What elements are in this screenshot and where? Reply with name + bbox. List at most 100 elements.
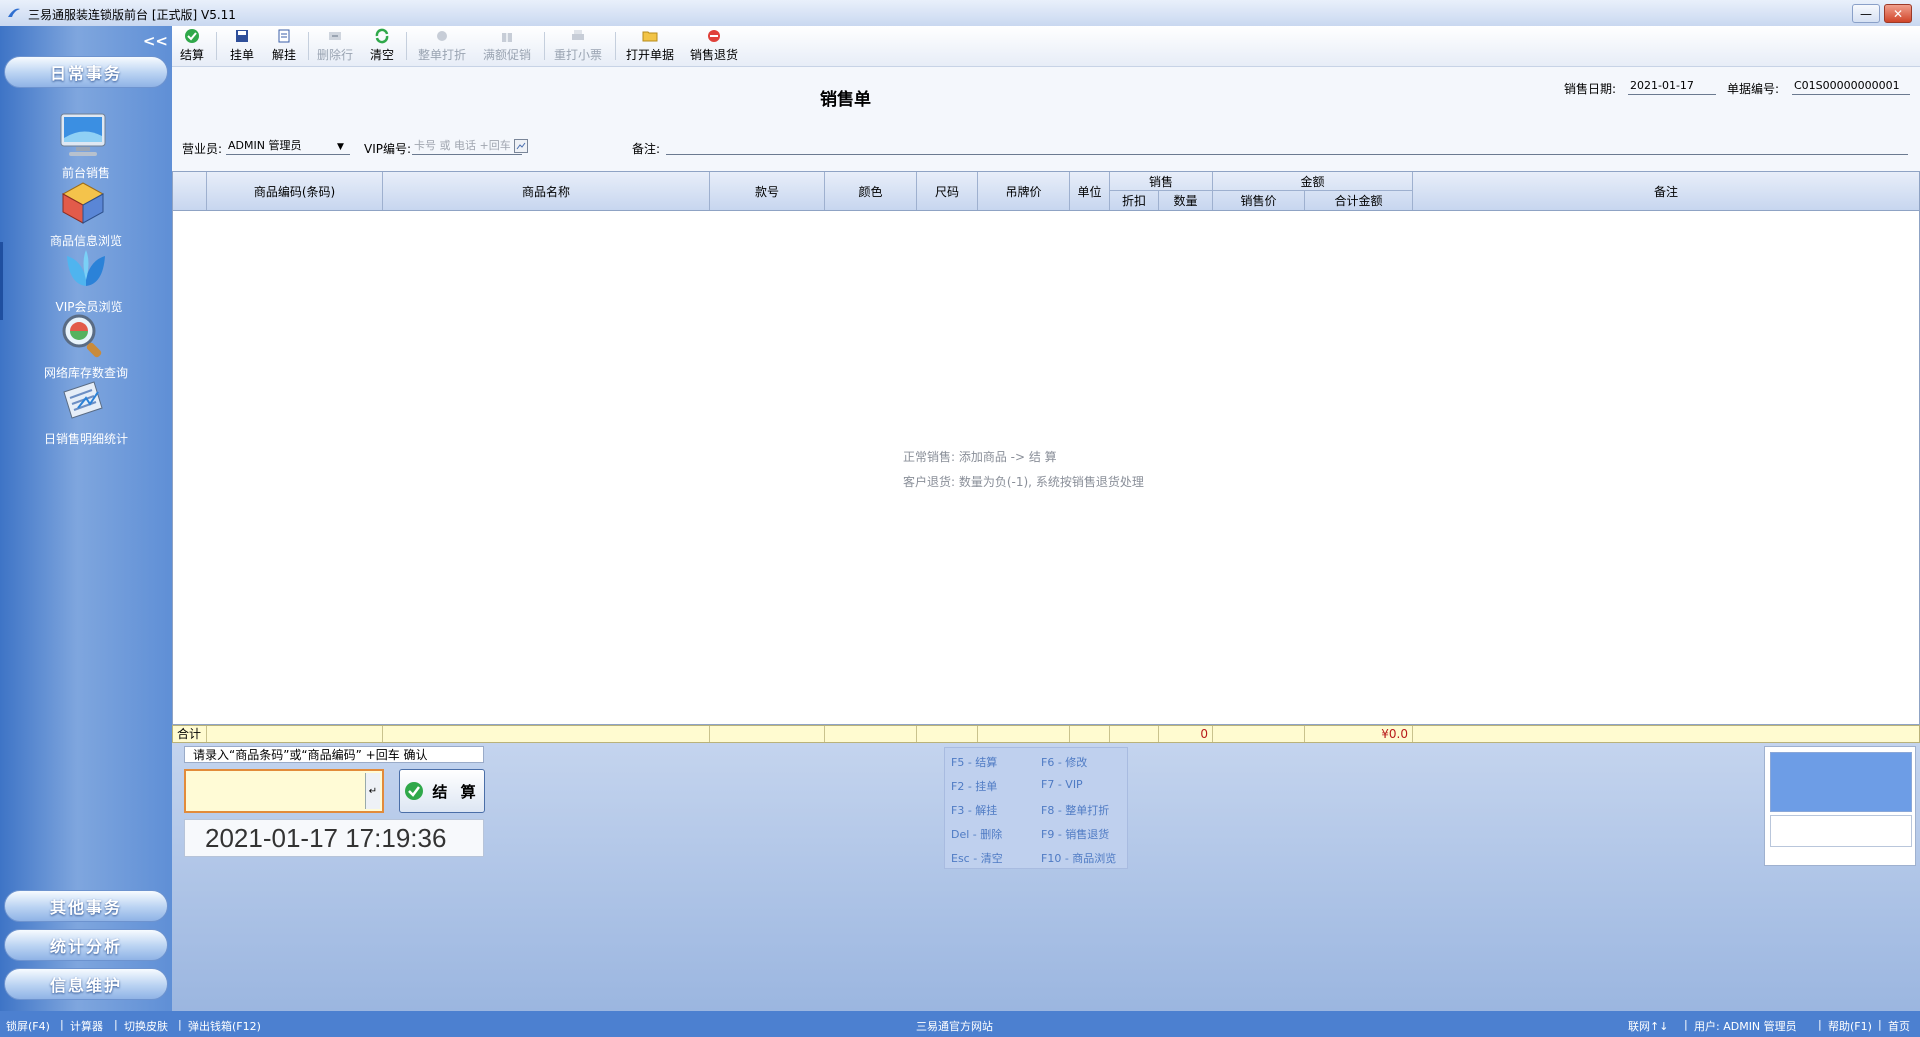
col-remark[interactable]: 备注 [1413, 172, 1919, 210]
open-cash-drawer-link[interactable]: 弹出钱箱(F12) [188, 1018, 261, 1034]
chevron-down-icon[interactable]: ▼ [337, 142, 344, 152]
shortcut-item: F10 - 商品浏览 [1041, 852, 1117, 865]
document-header-form: 销售单 销售日期: 2021-01-17 单据编号: C01S000000000… [172, 67, 1920, 171]
main-area: 结算 挂单 解挂 删除行 清空 整单打折 满额促销 重打小票 打开单据 销售退货… [172, 26, 1920, 1011]
status-bar: 锁屏(F4) | 计算器 | 切换皮肤 | 弹出钱箱(F12) 三易通官方网站 … [0, 1011, 1920, 1037]
calculator-link[interactable]: 计算器 [70, 1018, 103, 1034]
sales-items-table[interactable]: 商品编码(条码) 商品名称 款号 颜色 尺码 吊牌价 单位 销售 折扣 数量 金… [172, 171, 1920, 725]
summary-row: 合计 0 ¥0.0 [172, 725, 1920, 743]
clerk-label: 营业员: [182, 142, 223, 156]
col-group-amount: 金额 [1213, 172, 1413, 191]
document-icon [278, 29, 290, 43]
close-button[interactable]: ✕ [1884, 4, 1912, 23]
document-number-field[interactable]: C01S00000000001 [1792, 78, 1910, 95]
checkout-submit-button[interactable]: 结 算 [399, 769, 485, 813]
order-discount-button[interactable]: 整单打折 [418, 28, 466, 64]
toolbar-label: 结算 [180, 48, 205, 62]
col-product-name[interactable]: 商品名称 [383, 172, 710, 210]
official-website-link[interactable]: 三易通官方网站 [916, 1018, 993, 1034]
switch-skin-link[interactable]: 切换皮肤 [124, 1018, 168, 1034]
status-separator: | [60, 1018, 64, 1031]
sidebar-item-daily-report[interactable]: 日销售明细统计 [0, 374, 172, 452]
lookup-icon[interactable] [514, 139, 528, 153]
col-color[interactable]: 颜色 [825, 172, 917, 210]
collapse-sidebar-button[interactable]: << [143, 32, 168, 50]
summary-cell [710, 726, 825, 742]
summary-label: 合计 [173, 726, 207, 742]
status-separator: | [1684, 1018, 1688, 1031]
delete-row-button[interactable]: 删除行 [317, 28, 353, 64]
help-link[interactable]: 帮助(F1) [1828, 1018, 1872, 1034]
app-logo-icon [8, 8, 20, 17]
lock-screen-link[interactable]: 锁屏(F4) [6, 1018, 50, 1034]
minimize-button[interactable]: — [1852, 4, 1880, 23]
folder-icon [642, 31, 658, 42]
col-sale-price[interactable]: 销售价 [1213, 191, 1305, 210]
status-separator: | [1878, 1018, 1882, 1031]
network-status: 联网↑↓ [1628, 1020, 1669, 1033]
sidebar-group-daily[interactable]: 日常事务 [4, 56, 168, 88]
col-product-code[interactable]: 商品编码(条码) [207, 172, 383, 210]
summary-cell [1413, 726, 1919, 742]
sidebar-group-maintenance[interactable]: 信息维护 [4, 968, 168, 1000]
sidebar-item-front-sales[interactable]: 前台销售 [0, 108, 172, 186]
datetime-display: 2021-01-17 17:19:36 [184, 819, 484, 857]
no-entry-icon [708, 30, 720, 42]
promo-button[interactable]: 满额促销 [483, 28, 531, 64]
input-prompt: 请录入“商品条码”或“商品编码” +回车 确认 [184, 746, 484, 763]
table-header: 商品编码(条码) 商品名称 款号 颜色 尺码 吊牌价 单位 销售 折扣 数量 金… [173, 172, 1919, 211]
summary-total: ¥0.0 [1305, 726, 1413, 742]
sales-return-button[interactable]: 销售退货 [690, 28, 738, 64]
toolbar-separator [406, 32, 407, 60]
monitor-icon [60, 113, 106, 156]
enter-arrow-icon[interactable]: ↵ [365, 773, 380, 809]
reprint-receipt-button[interactable]: 重打小票 [554, 28, 602, 64]
col-size[interactable]: 尺码 [917, 172, 978, 210]
shortcut-item: F9 - 销售退货 [1041, 828, 1110, 841]
summary-cell [1110, 726, 1159, 742]
check-icon [405, 782, 424, 800]
barcode-input[interactable]: ↵ [184, 769, 384, 813]
checkout-button[interactable]: 结算 [180, 28, 204, 64]
gift-box-icon [502, 33, 512, 42]
col-unit[interactable]: 单位 [1070, 172, 1110, 210]
col-style-no[interactable]: 款号 [710, 172, 825, 210]
toolbar-label: 销售退货 [690, 48, 739, 62]
vip-number-label: VIP编号: [364, 142, 412, 156]
summary-quantity: 0 [1159, 726, 1213, 742]
toolbar-separator [615, 32, 616, 60]
unhold-button[interactable]: 解挂 [272, 28, 296, 64]
toolbar-label: 重打小票 [554, 48, 603, 62]
col-total-amount[interactable]: 合计金额 [1305, 191, 1413, 210]
shortcut-item: F7 - VIP [1041, 778, 1083, 791]
summary-cell [207, 726, 383, 742]
clear-button[interactable]: 清空 [370, 28, 394, 64]
toolbar-label: 挂单 [230, 48, 255, 62]
status-separator: | [114, 1018, 118, 1031]
remark-label: 备注: [632, 142, 661, 156]
summary-cell [917, 726, 978, 742]
toolbar-separator [544, 32, 545, 60]
shortcut-item: Del - 删除 [951, 828, 1003, 841]
clerk-select[interactable]: ADMIN 管理员 [226, 138, 350, 155]
hold-button[interactable]: 挂单 [230, 28, 254, 64]
close-icon: ✕ [1892, 6, 1904, 21]
col-tag-price[interactable]: 吊牌价 [978, 172, 1070, 210]
usage-hint-sale: 正常销售: 添加商品 -> 结 算 [903, 450, 1057, 464]
sales-date-field[interactable]: 2021-01-17 [1628, 78, 1716, 95]
sidebar-group-other[interactable]: 其他事务 [4, 890, 168, 922]
col-quantity[interactable]: 数量 [1159, 191, 1213, 210]
minimize-icon: — [1860, 6, 1872, 21]
display-screen [1770, 752, 1912, 812]
shortcut-item: F3 - 解挂 [951, 804, 998, 817]
col-discount[interactable]: 折扣 [1110, 191, 1159, 210]
summary-cell [383, 726, 710, 742]
remark-input[interactable] [666, 138, 1908, 155]
sales-date-label: 销售日期: [1564, 82, 1617, 96]
col-group-sales: 销售 [1110, 172, 1213, 191]
open-document-button[interactable]: 打开单据 [626, 28, 674, 64]
vip-number-input[interactable]: 卡号 或 电话 +回车 [412, 138, 522, 155]
home-link[interactable]: 首页 [1888, 1018, 1910, 1034]
sidebar-group-stats[interactable]: 统计分析 [4, 929, 168, 961]
usage-hint-return: 客户退货: 数量为负(-1), 系统按销售退货处理 [903, 475, 1144, 489]
